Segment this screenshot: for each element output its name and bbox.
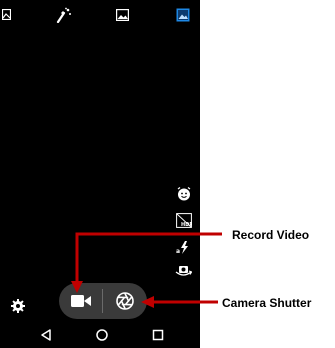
- gallery-icon[interactable]: [116, 9, 129, 21]
- scene-mode-icon[interactable]: [176, 8, 190, 22]
- shutter-icon: [116, 292, 134, 310]
- camera-shutter-label: Camera Shutter: [222, 296, 312, 310]
- hdr-icon[interactable]: HDR: [176, 213, 192, 228]
- camera-screen: HDR a: [0, 0, 200, 348]
- camera-shutter-button[interactable]: [103, 283, 147, 319]
- effect-icon[interactable]: [56, 7, 72, 23]
- svg-text:HDR: HDR: [181, 222, 192, 228]
- record-video-label: Record Video: [232, 228, 310, 242]
- camera-switch-icon[interactable]: [175, 264, 192, 278]
- svg-text:a: a: [176, 248, 180, 254]
- home-icon[interactable]: [95, 328, 109, 342]
- flash-auto-icon[interactable]: a: [176, 241, 191, 254]
- recent-apps-icon[interactable]: [151, 328, 165, 342]
- face-detect-icon[interactable]: [177, 187, 191, 201]
- record-video-button[interactable]: [59, 283, 103, 319]
- navigation-bar: [0, 322, 200, 348]
- capture-controls: [59, 283, 147, 319]
- mode-icon[interactable]: [2, 9, 11, 20]
- settings-icon[interactable]: [11, 299, 25, 313]
- video-camera-icon: [71, 295, 91, 307]
- back-icon[interactable]: [39, 328, 53, 342]
